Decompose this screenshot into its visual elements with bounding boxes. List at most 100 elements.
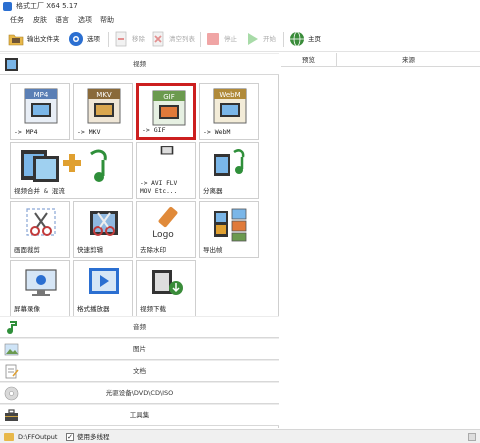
output-folder-button[interactable]: 输出文件夹 xyxy=(8,31,66,48)
tile-gif-label: -> GIF xyxy=(142,126,166,134)
tile-screen-record[interactable]: 屏幕录像 xyxy=(10,260,70,317)
tile-video-download[interactable]: 视频下载 xyxy=(136,260,196,317)
status-bar: D:\FFOutput ✓ 使用多线程 xyxy=(0,429,480,443)
webm-badge: WebM xyxy=(219,91,240,99)
category-audio[interactable]: 音频 xyxy=(0,316,279,338)
category-image-label: 图片 xyxy=(133,345,146,353)
category-toolbox[interactable]: 工具集 xyxy=(0,404,279,426)
multithread-checkbox[interactable]: ✓ xyxy=(66,433,74,441)
category-optical[interactable]: 光驱设备\DVD\CD\ISO xyxy=(0,382,279,404)
tile-video-merge-label: 视频合并 & 混流 xyxy=(14,187,65,195)
clear-list-button[interactable]: 清空列表 xyxy=(150,31,198,48)
menu-language[interactable]: 语言 xyxy=(55,15,69,25)
export-frames-icon xyxy=(214,208,247,242)
options-icon xyxy=(69,32,83,46)
multithread-label: 使用多线程 xyxy=(77,433,110,441)
mkv-badge: MKV xyxy=(96,91,112,99)
gif-badge: GIF xyxy=(163,93,175,101)
home-label: 主页 xyxy=(308,35,321,43)
toolbar-separator xyxy=(200,32,201,47)
tile-mp4[interactable]: MP4 -> MP4 xyxy=(10,83,70,140)
toolbar: 输出文件夹 选项 移除 清空列表 停止 开始 主页 xyxy=(0,27,480,52)
tile-webm[interactable]: WebM -> WebM xyxy=(199,83,259,140)
category-document[interactable]: 文档 xyxy=(0,360,279,382)
output-path[interactable]: D:\FFOutput xyxy=(18,432,57,442)
tile-mkv[interactable]: MKV -> MKV xyxy=(73,83,133,140)
clear-list-icon xyxy=(152,31,164,47)
tile-crop[interactable]: 画面裁剪 xyxy=(10,201,70,258)
category-document-label: 文档 xyxy=(133,367,146,375)
tile-player[interactable]: 格式播放器 xyxy=(73,260,133,317)
resize-grip-icon[interactable] xyxy=(468,433,476,441)
tile-quick-cut[interactable]: 快速剪辑 xyxy=(73,201,133,258)
tile-mkv-label: -> MKV xyxy=(77,128,101,136)
tile-splitter[interactable]: 分离器 xyxy=(199,142,259,199)
start-button[interactable]: 开始 xyxy=(244,31,278,48)
webm-file-icon: WebM xyxy=(213,88,247,124)
logo-text: Logo xyxy=(152,230,174,240)
options-label: 选项 xyxy=(87,35,100,43)
function-panel: 视频 MP4 -> MP4 MKV -> MKV GIF -> GIF WebM… xyxy=(0,53,279,428)
output-folder-label: 输出文件夹 xyxy=(27,35,60,43)
menu-skin[interactable]: 皮肤 xyxy=(33,15,47,25)
category-video[interactable]: 视频 xyxy=(0,53,279,75)
tile-remove-watermark-label: 去除水印 xyxy=(140,246,166,254)
tile-avi-flv-mov[interactable]: -> AVI FLV MOV Etc... xyxy=(136,142,196,199)
stop-button[interactable]: 停止 xyxy=(205,31,239,48)
tile-splitter-label: 分离器 xyxy=(203,187,223,195)
menu-task[interactable]: 任务 xyxy=(10,15,24,25)
toolbar-separator xyxy=(108,32,109,47)
category-optical-label: 光驱设备\DVD\CD\ISO xyxy=(105,389,174,397)
folder-icon xyxy=(8,34,24,46)
mkv-file-icon: MKV xyxy=(87,88,121,124)
folder-icon[interactable] xyxy=(4,433,14,441)
tile-screen-record-label: 屏幕录像 xyxy=(14,305,40,313)
menu-bar: 任务 皮肤 语言 选项 帮助 xyxy=(0,14,480,26)
mp4-badge: MP4 xyxy=(34,91,49,99)
tile-crop-label: 画面裁剪 xyxy=(14,246,40,254)
toolbar-separator xyxy=(283,32,284,47)
remove-label: 移除 xyxy=(132,35,145,43)
tile-video-download-label: 视频下载 xyxy=(140,305,166,313)
menu-help[interactable]: 帮助 xyxy=(100,15,114,25)
category-video-label: 视频 xyxy=(133,60,146,68)
gif-file-icon: GIF xyxy=(152,90,186,126)
tile-export-frames[interactable]: 导出帧 xyxy=(199,201,259,258)
tile-remove-watermark[interactable]: Logo 去除水印 xyxy=(136,201,196,258)
title-bar: 格式工厂 X64 5.17 xyxy=(0,0,480,13)
tile-mp4-label: -> MP4 xyxy=(14,128,38,136)
options-button[interactable]: 选项 xyxy=(68,31,104,48)
avi-film-icon xyxy=(160,146,174,155)
player-icon xyxy=(89,268,119,294)
splitter-icon xyxy=(214,149,245,176)
tile-gif[interactable]: GIF -> GIF xyxy=(136,83,196,140)
category-image[interactable]: 图片 xyxy=(0,338,279,360)
tile-avi-flv-mov-label: -> AVI FLV MOV Etc... xyxy=(140,180,178,195)
menu-options[interactable]: 选项 xyxy=(78,15,92,25)
clear-list-label: 清空列表 xyxy=(169,35,195,43)
globe-icon xyxy=(290,31,304,47)
category-audio-label: 音频 xyxy=(133,323,146,331)
video-merge-icon xyxy=(21,149,107,182)
column-source[interactable]: 来源 xyxy=(337,53,480,67)
tile-export-frames-label: 导出帧 xyxy=(203,246,223,254)
remove-button[interactable]: 移除 xyxy=(113,31,147,48)
video-download-icon xyxy=(152,270,183,295)
mp4-file-icon: MP4 xyxy=(24,88,58,124)
remove-watermark-icon: Logo xyxy=(152,206,178,240)
home-button[interactable]: 主页 xyxy=(289,31,325,48)
remove-icon xyxy=(115,31,127,47)
quick-cut-icon xyxy=(90,211,118,236)
tile-quick-cut-label: 快速剪辑 xyxy=(77,246,103,254)
stop-icon xyxy=(207,33,219,45)
tile-webm-label: -> WebM xyxy=(203,128,231,136)
app-icon xyxy=(3,2,12,11)
stop-label: 停止 xyxy=(224,35,237,43)
category-toolbox-label: 工具集 xyxy=(129,411,150,419)
window-title: 格式工厂 X64 5.17 xyxy=(16,2,78,10)
crop-icon xyxy=(26,208,56,236)
start-label: 开始 xyxy=(263,35,276,43)
task-list-panel: 预览 来源 xyxy=(281,53,480,428)
column-preview[interactable]: 预览 xyxy=(281,53,336,67)
tile-video-merge[interactable]: 视频合并 & 混流 xyxy=(10,142,133,199)
